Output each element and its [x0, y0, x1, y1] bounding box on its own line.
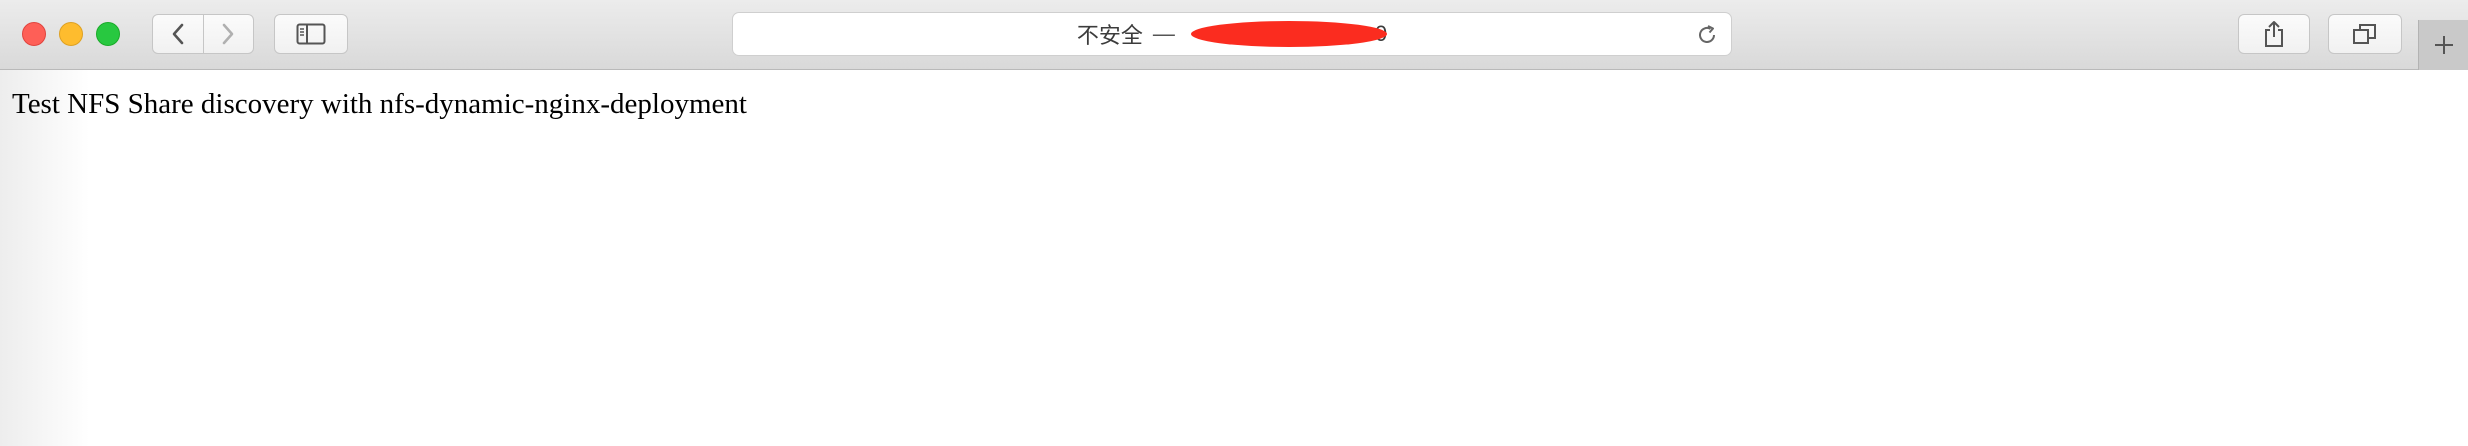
- navigation-buttons: [152, 14, 254, 54]
- share-button[interactable]: [2238, 14, 2310, 54]
- address-separator: —: [1152, 21, 1175, 46]
- forward-button[interactable]: [202, 15, 254, 53]
- plus-icon: [2434, 36, 2453, 54]
- share-icon: [2265, 21, 2283, 47]
- browser-window: 不安全 — 0: [0, 0, 2468, 446]
- chevron-right-icon: [222, 23, 234, 45]
- reload-icon[interactable]: [1695, 23, 1719, 47]
- tab-overview-button[interactable]: [2328, 14, 2402, 54]
- security-label: 不安全: [1076, 23, 1143, 48]
- close-window-button[interactable]: [22, 22, 46, 46]
- tab-overview-icon: [2353, 24, 2376, 44]
- page-edge-shadow: [0, 70, 90, 446]
- back-button[interactable]: [153, 15, 203, 53]
- url-redaction-mark: [1191, 21, 1387, 47]
- address-bar[interactable]: 不安全 — 0: [732, 12, 1732, 56]
- page-body-text: Test NFS Share discovery with nfs-dynami…: [12, 88, 747, 120]
- maximize-window-button[interactable]: [96, 22, 120, 46]
- sidebar-icon: [296, 23, 326, 45]
- browser-toolbar: 不安全 — 0: [0, 0, 2468, 70]
- chevron-left-icon: [172, 23, 184, 45]
- sidebar-toggle-button[interactable]: [274, 14, 348, 54]
- new-tab-button[interactable]: [2418, 20, 2468, 70]
- minimize-window-button[interactable]: [59, 22, 83, 46]
- page-content: Test NFS Share discovery with nfs-dynami…: [0, 70, 2468, 446]
